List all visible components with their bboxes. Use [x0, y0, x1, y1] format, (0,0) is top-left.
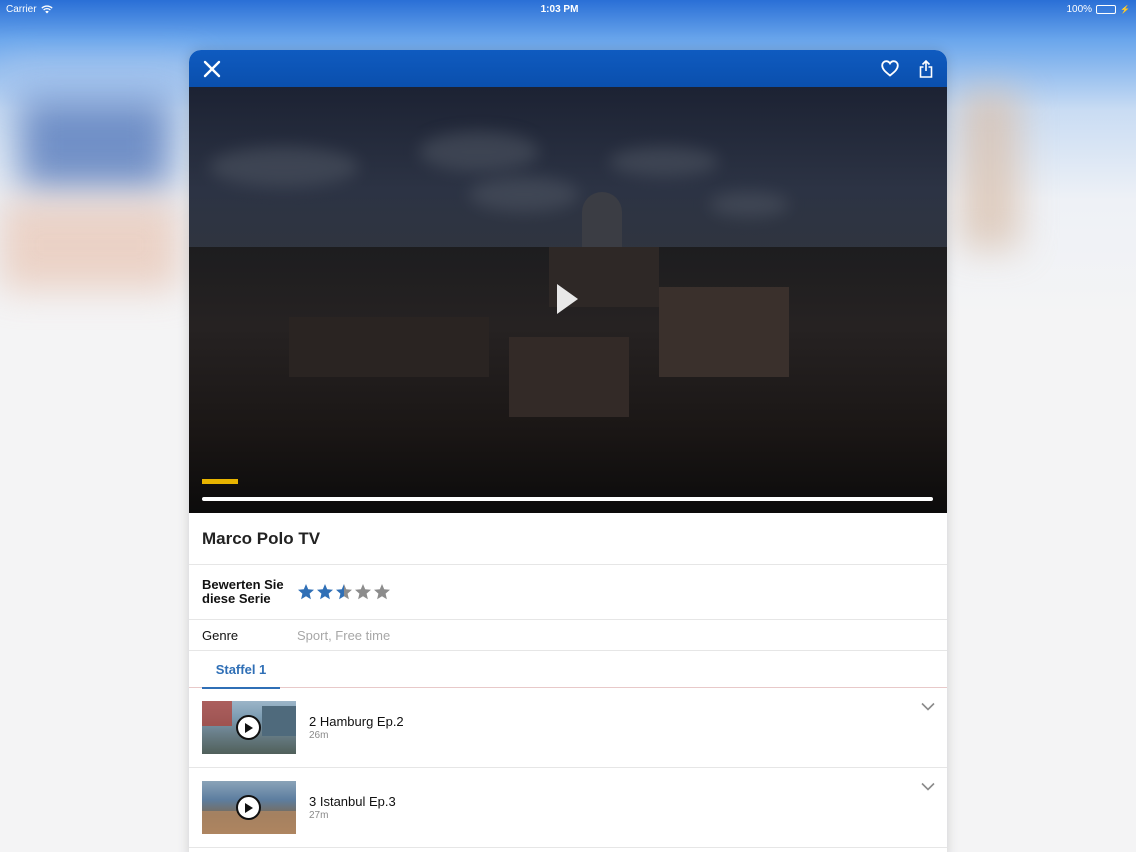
- show-title-row: Marco Polo TV: [189, 513, 947, 565]
- show-title: Marco Polo TV: [202, 528, 321, 548]
- video-player[interactable]: [189, 87, 947, 513]
- wifi-icon: [40, 4, 53, 13]
- episode-duration: 27m: [309, 810, 329, 821]
- episode-row[interactable]: 3 Istanbul Ep.3 27m: [189, 768, 947, 848]
- episode-title: 2 Hamburg Ep.2: [309, 714, 404, 729]
- charging-icon: ⚡: [1120, 4, 1130, 14]
- battery-percent: 100%: [1066, 3, 1093, 15]
- genre-value: Sport, Free time: [297, 627, 391, 643]
- heart-icon: [881, 60, 899, 77]
- status-bar: Carrier 1:03 PM 100% ⚡: [0, 0, 1136, 18]
- video-frame-cloud: [419, 132, 539, 172]
- video-frame-cloud: [209, 147, 359, 187]
- video-frame-dome: [582, 192, 622, 252]
- favorite-button[interactable]: [881, 60, 899, 77]
- background-blur: [20, 100, 170, 190]
- background-blur: [0, 200, 180, 290]
- battery-icon: [1096, 4, 1117, 14]
- share-button[interactable]: [919, 59, 933, 78]
- chevron-down-icon: [921, 782, 935, 791]
- star-icon[interactable]: [373, 583, 391, 601]
- carrier-label: Carrier: [6, 3, 37, 15]
- play-icon: [557, 284, 578, 314]
- share-icon: [919, 59, 933, 78]
- play-button[interactable]: [555, 283, 579, 320]
- episode-title: 3 Istanbul Ep.3: [309, 794, 396, 809]
- episode-thumbnail[interactable]: [202, 781, 296, 834]
- channel-logo: [202, 479, 238, 484]
- background-blur: [960, 90, 1020, 250]
- episode-thumbnail[interactable]: [202, 701, 296, 754]
- season-tabs: Staffel 1: [189, 651, 947, 689]
- play-icon: [236, 715, 261, 740]
- video-frame-building: [289, 317, 489, 377]
- show-detail-modal: Marco Polo TV Bewerten Sie diese Serie G…: [189, 50, 947, 852]
- video-frame-cloud: [709, 192, 789, 217]
- chevron-down-icon: [921, 702, 935, 711]
- star-icon[interactable]: [354, 583, 372, 601]
- rating-stars[interactable]: [297, 583, 391, 601]
- video-progress-bar[interactable]: [202, 497, 933, 501]
- star-icon[interactable]: [297, 583, 315, 601]
- star-icon[interactable]: [335, 583, 353, 601]
- genre-label: Genre: [202, 627, 239, 643]
- star-icon[interactable]: [316, 583, 334, 601]
- modal-toolbar: [189, 50, 947, 87]
- close-button[interactable]: [203, 60, 221, 78]
- video-frame-building: [659, 287, 789, 377]
- close-icon: [203, 60, 221, 77]
- episode-row[interactable]: 2 Hamburg Ep.2 26m: [189, 688, 947, 768]
- rating-row: Bewerten Sie diese Serie: [189, 565, 947, 620]
- genre-row: Genre Sport, Free time: [189, 620, 947, 651]
- video-frame-building: [509, 337, 629, 417]
- play-icon: [236, 795, 261, 820]
- video-frame-cloud: [609, 147, 719, 177]
- rating-label: Bewerten Sie diese Serie: [202, 577, 284, 606]
- expand-button[interactable]: [921, 778, 935, 796]
- episode-duration: 26m: [309, 730, 329, 741]
- background-blur: [0, 60, 200, 100]
- clock: 1:03 PM: [540, 3, 579, 15]
- tab-staffel-1[interactable]: Staffel 1: [202, 651, 280, 689]
- expand-button[interactable]: [921, 698, 935, 716]
- video-frame-cloud: [469, 177, 579, 212]
